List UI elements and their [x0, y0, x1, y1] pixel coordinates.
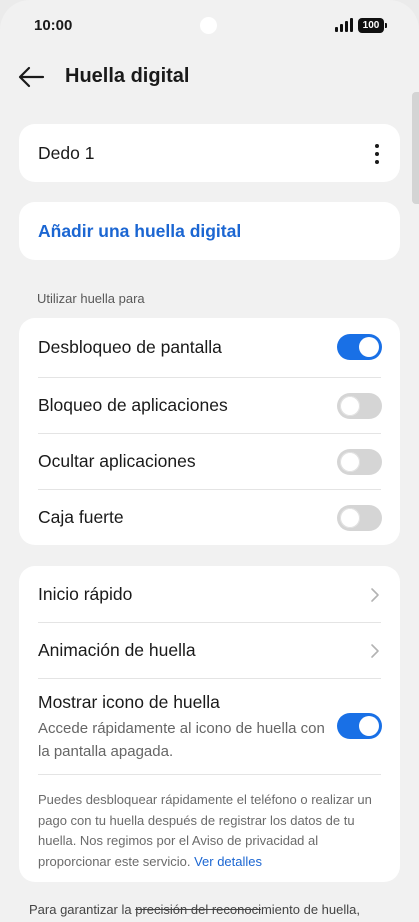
back-arrow-icon[interactable] — [16, 62, 46, 92]
toggle-row-screen-unlock[interactable]: Desbloqueo de pantalla — [19, 318, 400, 377]
safe-box-toggle[interactable] — [337, 505, 382, 531]
battery-level: 100 — [362, 20, 380, 31]
toggle-label: Desbloqueo de pantalla — [38, 337, 222, 357]
show-icon-toggle[interactable] — [337, 713, 382, 739]
animation-row[interactable]: Animación de huella — [19, 622, 400, 678]
screen: 10:00 100 Huella digital Dedo 1 Añadir u… — [0, 0, 419, 922]
quick-start-label: Inicio rápido — [38, 583, 133, 604]
use-for-card: Desbloqueo de pantalla Bloqueo de aplica… — [19, 318, 400, 545]
show-icon-description: Accede rápidamente al icono de huella co… — [38, 720, 325, 760]
toggle-label: Ocultar aplicaciones — [38, 450, 196, 471]
finger-card[interactable]: Dedo 1 — [19, 124, 400, 182]
toggle-row-app-lock[interactable]: Bloqueo de aplicaciones — [19, 377, 400, 433]
chevron-right-icon — [371, 588, 379, 602]
app-lock-toggle[interactable] — [337, 393, 382, 419]
toggle-label: Bloqueo de aplicaciones — [38, 394, 228, 415]
info-text-block: Puedes desbloquear rápidamente el teléfo… — [38, 774, 381, 890]
more-options-icon[interactable] — [374, 144, 380, 164]
status-time: 10:00 — [34, 17, 73, 34]
scrollbar[interactable] — [412, 92, 419, 204]
footer-text-strike: precisión del reconoci — [135, 902, 261, 917]
finger-label: Dedo 1 — [38, 142, 95, 163]
settings-card: Inicio rápido Animación de huella Mostra… — [19, 566, 400, 882]
signal-icon — [335, 18, 354, 32]
chevron-right-icon — [371, 644, 379, 658]
footer-text-pre: Para garantizar la — [29, 902, 136, 917]
app-header: Huella digital — [0, 56, 419, 98]
animation-label: Animación de huella — [38, 639, 196, 660]
status-bar: 10:00 100 — [0, 0, 419, 54]
toggle-row-hide-apps[interactable]: Ocultar aplicaciones — [19, 433, 400, 489]
show-icon-title: Mostrar icono de huella — [38, 692, 220, 712]
camera-cutout — [200, 17, 217, 34]
show-icon-row[interactable]: Mostrar icono de huella Accede rápidamen… — [19, 678, 400, 774]
section-header: Utilizar huella para — [37, 291, 145, 306]
view-details-link[interactable]: Ver detalles — [194, 854, 262, 869]
toggle-label: Caja fuerte — [38, 506, 124, 527]
quick-start-row[interactable]: Inicio rápido — [19, 566, 400, 622]
toggle-row-safe-box[interactable]: Caja fuerte — [19, 489, 400, 545]
hide-apps-toggle[interactable] — [337, 449, 382, 475]
footer-text-post: miento de huella, — [260, 902, 360, 917]
battery-icon: 100 — [358, 18, 387, 33]
page-title: Huella digital — [65, 65, 190, 87]
footer-text: Para garantizar la precisión del reconoc… — [29, 902, 360, 917]
add-fingerprint-link[interactable]: Añadir una huella digital — [38, 221, 241, 242]
add-fingerprint-card[interactable]: Añadir una huella digital — [19, 202, 400, 260]
screen-unlock-toggle[interactable] — [337, 334, 382, 360]
